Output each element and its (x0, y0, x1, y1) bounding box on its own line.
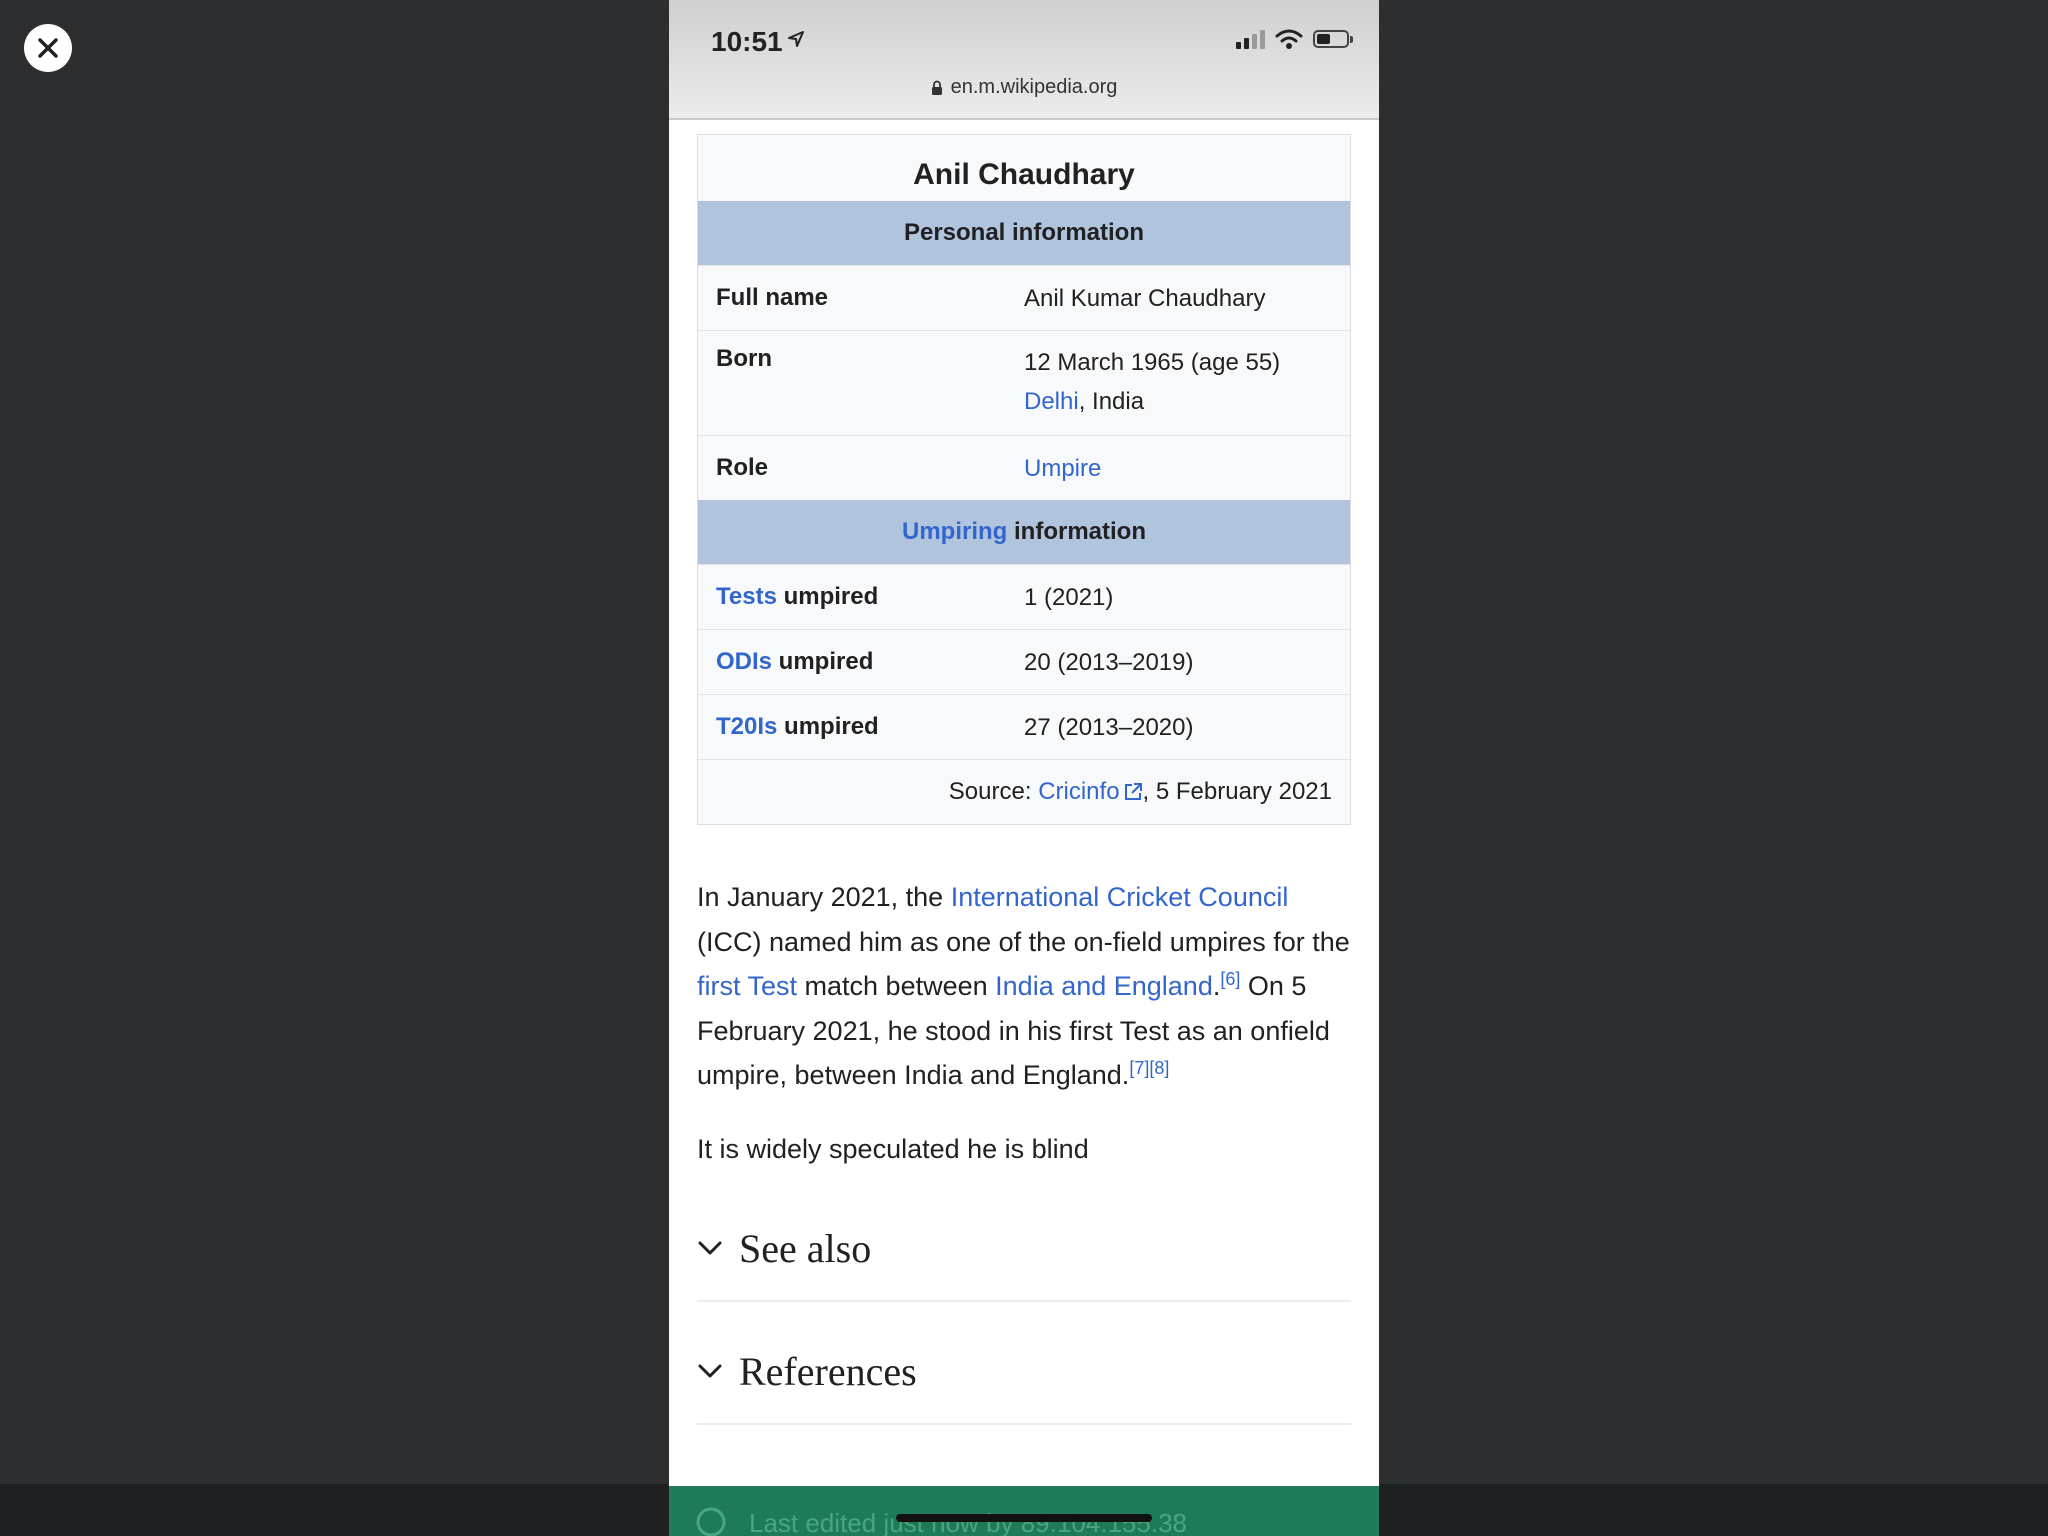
reference-8-link[interactable]: [8] (1149, 1058, 1169, 1078)
battery-icon (1313, 30, 1353, 48)
tests-umpired-suffix: umpired (776, 583, 879, 610)
address-bar[interactable]: en.m.wikipedia.org (669, 76, 1379, 99)
odis-umpired-suffix: umpired (772, 648, 874, 675)
cellular-signal-icon (1236, 29, 1265, 49)
umpiring-information-header: Umpiring information (698, 500, 1350, 564)
born-country: , India (1078, 388, 1145, 415)
first-test-link[interactable]: first Test (697, 971, 797, 1001)
t20is-umpired-suffix: umpired (777, 713, 879, 740)
chevron-down-icon (698, 1241, 722, 1255)
references-section[interactable]: References (697, 1319, 1351, 1425)
full-name-label: Full name (716, 284, 829, 311)
infobox-title: Anil Chaudhary (913, 158, 1135, 191)
source-date: , 5 February 2021 (1142, 778, 1332, 805)
see-also-section[interactable]: See also (697, 1196, 1351, 1302)
full-name-row: Full name Anil Kumar Chaudhary (698, 265, 1350, 330)
home-indicator (896, 1514, 1152, 1522)
clock: 10:51 (711, 26, 783, 57)
lock-icon (931, 80, 942, 95)
umpiring-header-text: information (1007, 518, 1146, 545)
born-date: 12 March 1965 (age 55) (1024, 349, 1281, 376)
article-paragraph-2: It is widely speculated he is blind (697, 1134, 1089, 1164)
odis-umpired-label: ODIs umpired (698, 648, 1024, 676)
paragraph-text: match between (797, 971, 996, 1001)
status-bar: 10:51 en.m.wikipedia.org (669, 0, 1379, 120)
article-paragraph-1: In January 2021, the International Crick… (697, 875, 1351, 1098)
born-label: Born (716, 345, 772, 372)
url-text: en.m.wikipedia.org (950, 76, 1118, 98)
external-link-icon (1124, 783, 1142, 800)
infobox: Anil Chaudhary Personal information Full… (697, 134, 1351, 825)
umpire-link[interactable]: Umpire (1024, 449, 1350, 488)
delhi-link[interactable]: Delhi (1024, 388, 1079, 415)
clock-icon (696, 1507, 726, 1536)
cricinfo-link[interactable]: Cricinfo (1038, 778, 1119, 805)
born-value: 12 March 1965 (age 55) Delhi, India (1024, 331, 1350, 421)
tests-umpired-value: 1 (2021) (1024, 583, 1114, 611)
last-edited-bar[interactable]: Last edited just now by 89.104.155.38 (669, 1486, 1379, 1536)
wifi-icon (1275, 29, 1303, 49)
role-row: Role Umpire (698, 435, 1350, 500)
source-prefix: Source: (948, 778, 1039, 805)
tests-umpired-label: Tests umpired (698, 583, 1024, 611)
full-name-value: Anil Kumar Chaudhary (1024, 284, 1266, 312)
role-label: Role (716, 454, 769, 481)
reference-6-link[interactable]: [6] (1220, 969, 1240, 989)
odis-link[interactable]: ODIs (716, 648, 772, 675)
born-row: Born 12 March 1965 (age 55) Delhi, India (698, 330, 1350, 435)
close-icon (38, 38, 58, 58)
odis-umpired-row: ODIs umpired 20 (2013–2019) (698, 629, 1350, 694)
umpiring-link[interactable]: Umpiring (902, 518, 1007, 545)
odis-umpired-value: 20 (2013–2019) (1024, 648, 1194, 676)
tests-link[interactable]: Tests (716, 583, 777, 610)
references-heading: References (739, 1348, 917, 1394)
chevron-down-icon (698, 1364, 722, 1378)
phone-screenshot: 10:51 en.m.wikipedia.org Anil Chaudhary … (669, 0, 1379, 1536)
paragraph-text: (ICC) named him as one of the on-field u… (697, 926, 1350, 957)
t20is-umpired-row: T20Is umpired 27 (2013–2020) (698, 694, 1350, 759)
t20is-link[interactable]: T20Is (716, 713, 777, 740)
location-arrow-icon (788, 31, 804, 47)
tests-umpired-row: Tests umpired 1 (2021) (698, 564, 1350, 629)
icc-link[interactable]: International Cricket Council (951, 882, 1289, 912)
t20is-umpired-value: 27 (2013–2020) (1024, 713, 1194, 741)
paragraph-text: In January 2021, the (697, 882, 951, 912)
close-viewer-button[interactable] (24, 24, 72, 72)
last-edited-text: Last edited just now by 89.104.155.38 (749, 1508, 1187, 1536)
personal-information-header: Personal information (698, 201, 1350, 265)
t20is-umpired-label: T20Is umpired (698, 713, 1024, 741)
see-also-heading: See also (739, 1225, 872, 1271)
infobox-source: Source: Cricinfo , 5 February 2021 (698, 759, 1350, 824)
india-england-link[interactable]: India and England (995, 971, 1213, 1001)
reference-7-link[interactable]: [7] (1129, 1058, 1149, 1078)
